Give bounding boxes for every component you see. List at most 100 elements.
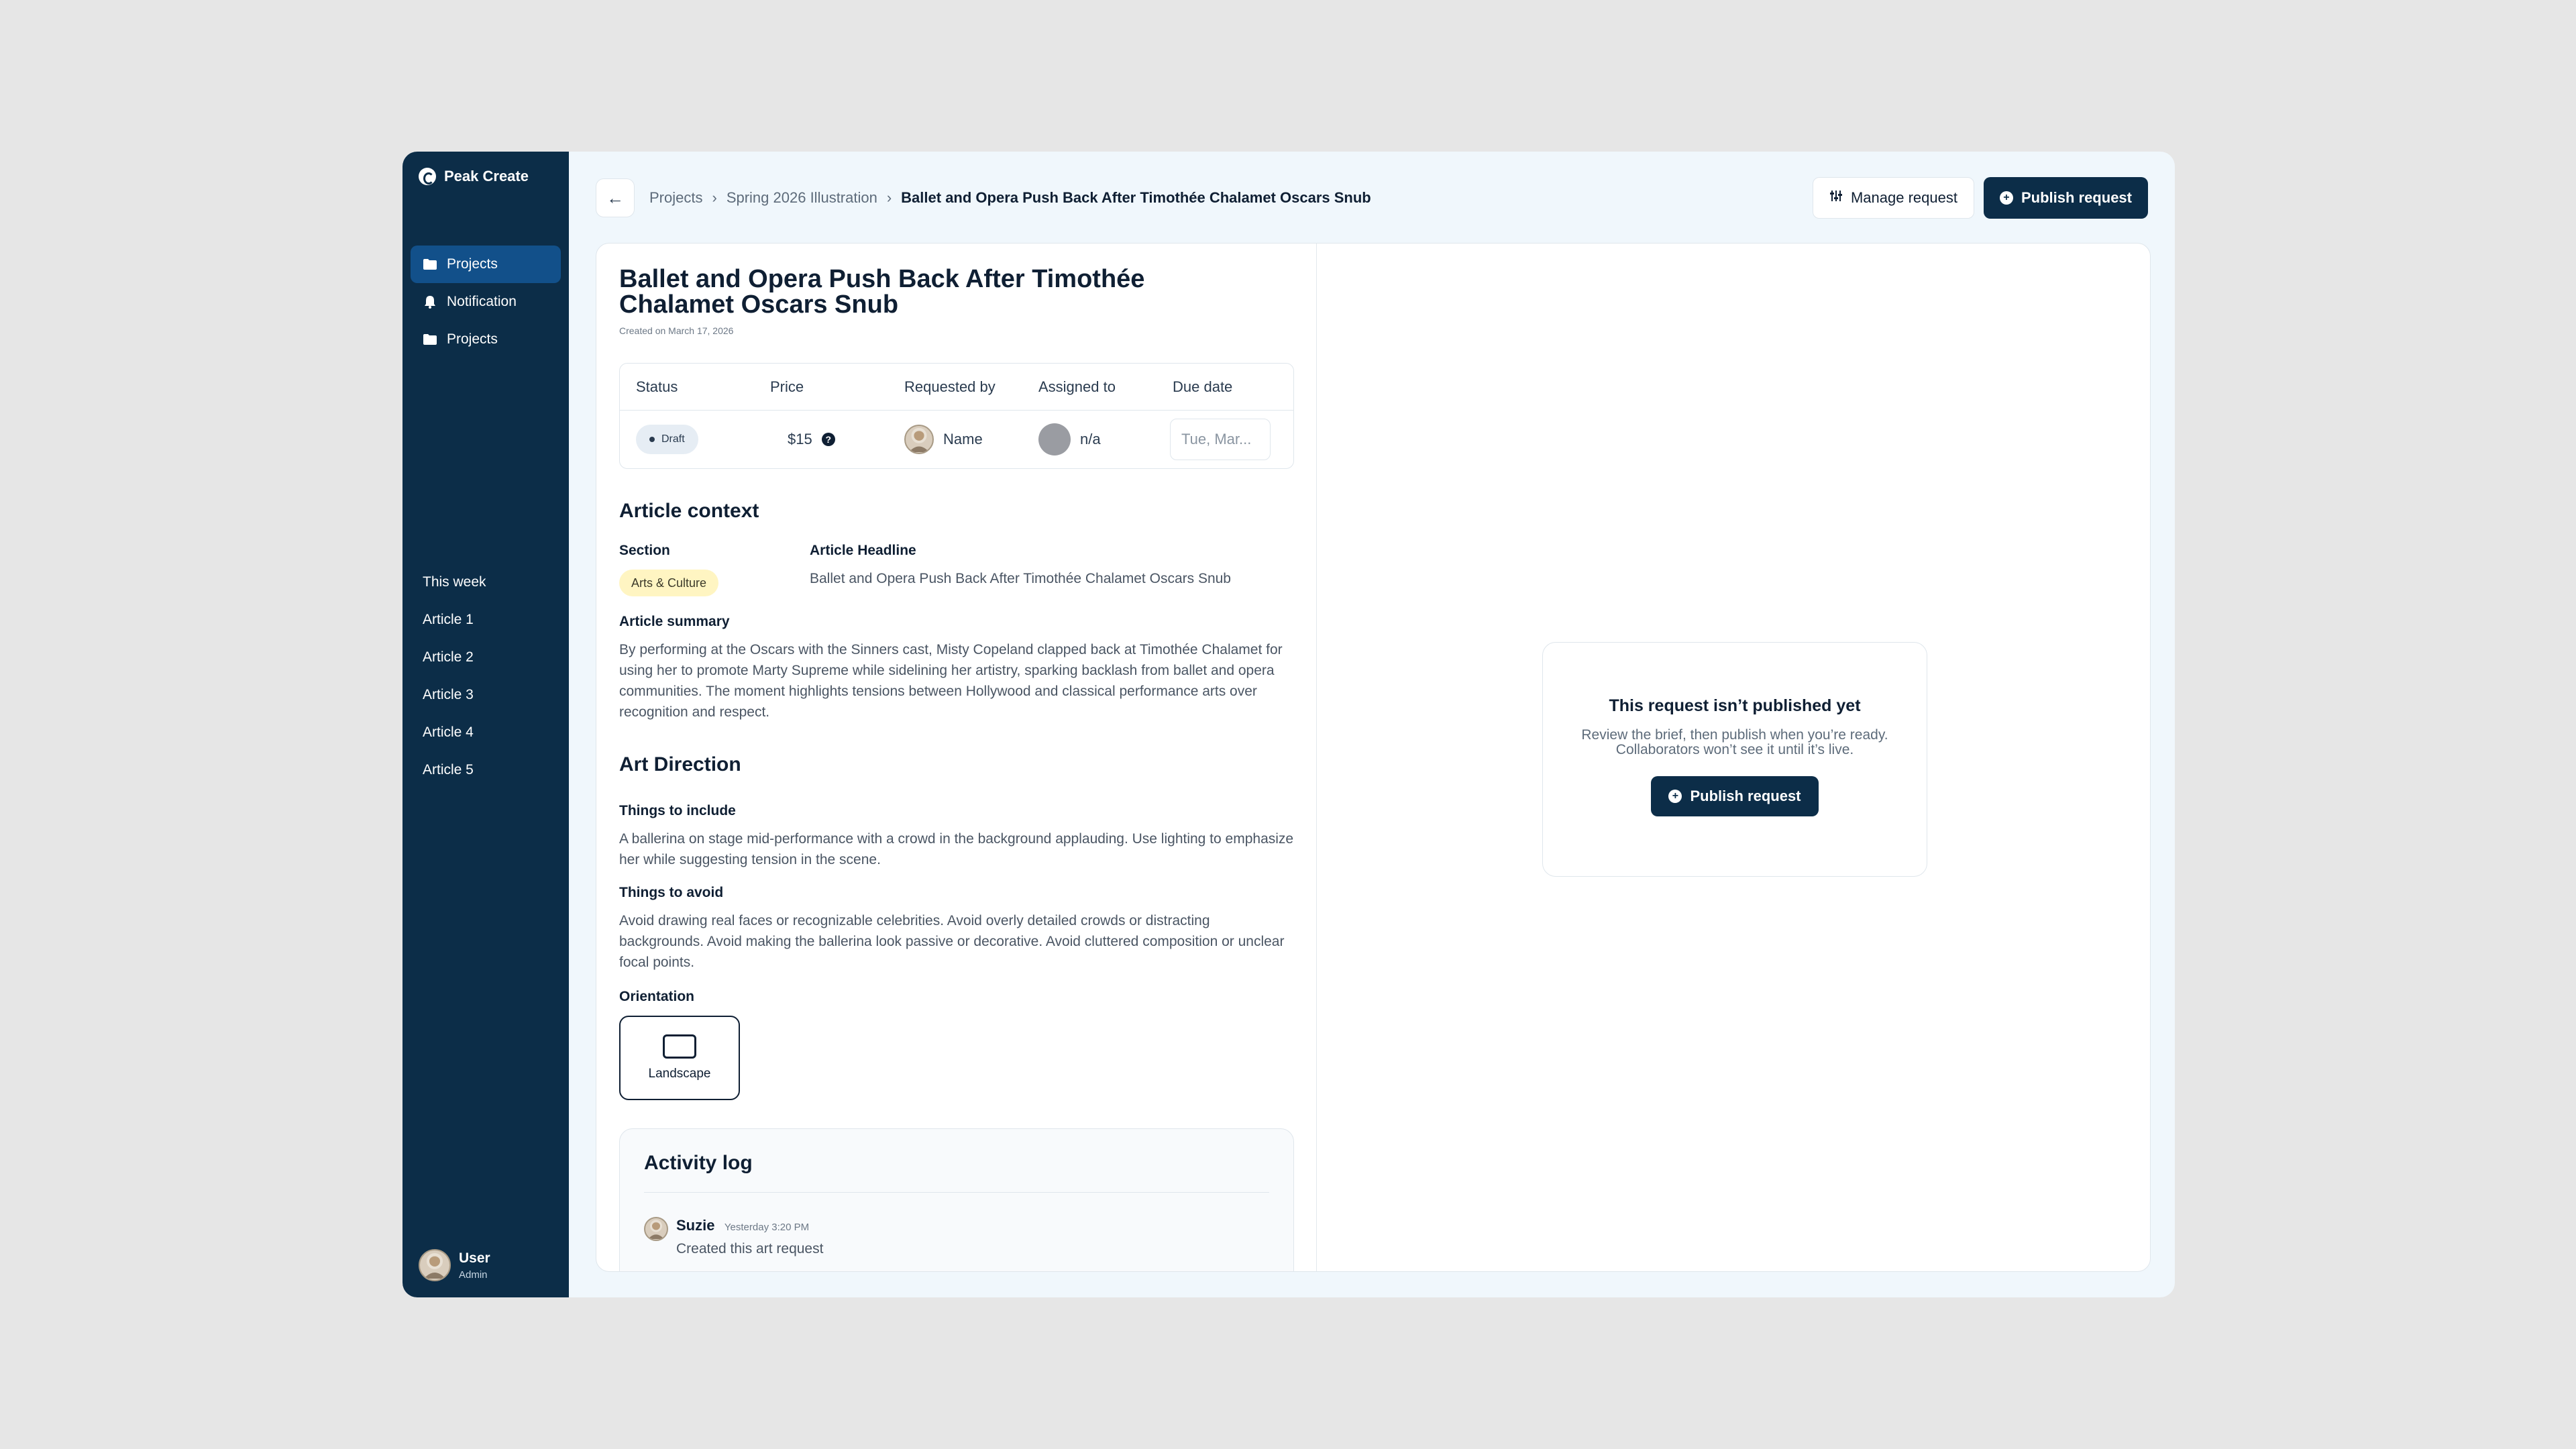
preview-pane: This request isn’t published yet Review … [1317,244,2150,1271]
avatar [644,1217,668,1241]
due-date-cell: Tue, Mar... [1157,419,1291,460]
status-cell: Draft [620,425,754,454]
header-status: Status [636,378,678,395]
header-assigned-to: Assigned to [1038,378,1116,395]
sidebar-item-projects[interactable]: Projects [411,246,561,283]
breadcrumb: Projects › Spring 2026 Illustration › Ba… [649,189,1371,207]
list-item: Suzie Yesterday 3:20 PM Created this art… [644,1217,1269,1257]
section-label: Section [619,543,670,558]
breadcrumb-spring-2026[interactable]: Spring 2026 Illustration [727,189,877,207]
request-details: Ballet and Opera Push Back After Timothé… [596,244,1317,1271]
avoid-label: Things to avoid [619,885,724,900]
price-value: $15 [788,431,812,447]
status-dot-icon [649,437,655,442]
sidebar-item-article-4[interactable]: Article 4 [423,714,486,751]
assigned-to-cell: n/a [1022,423,1157,455]
avatar [419,1249,451,1281]
top-actions: Manage request + Publish request [1812,177,2148,219]
due-date-input[interactable]: Tue, Mar... [1170,419,1271,460]
requester-name: Name [943,431,983,447]
sidebar-item-label: Projects [447,256,498,272]
user-name: User [459,1250,490,1266]
avatar [904,425,934,454]
brand-logo-icon [419,168,436,185]
headline-value: Ballet and Opera Push Back After Timothé… [810,571,1231,586]
art-direction-heading: Art Direction [619,753,741,775]
section-field: Section Arts & Culture [619,543,810,596]
orientation-label: Orientation [619,989,695,1004]
summary-label: Article summary [619,614,730,629]
activity-log-heading: Activity log [644,1152,1269,1193]
article-context: Section Arts & Culture Article Headline … [619,543,1293,596]
headline-field: Article Headline Ballet and Opera Push B… [810,543,1231,596]
header-price: Price [770,378,804,395]
manage-request-button[interactable]: Manage request [1812,177,1974,219]
landscape-icon [663,1034,696,1059]
assignee-name: n/a [1080,431,1101,447]
chevron-right-icon: › [712,189,717,206]
article-context-heading: Article context [619,500,759,522]
table-row: Draft $15 ? Name n/a Tue, Mar... [620,411,1293,468]
brand[interactable]: Peak Create [419,168,529,185]
sidebar-item-projects-2[interactable]: Projects [411,321,561,358]
plus-circle-icon: + [1999,191,2013,205]
sidebar-item-notification[interactable]: Notification [411,283,561,321]
sidebar: Peak Create Projects Notification Projec… [402,152,569,1297]
table-header-row: Status Price Requested by Assigned to Du… [620,364,1293,411]
plus-circle-icon: + [1668,790,1682,803]
help-icon[interactable]: ? [821,433,835,446]
created-date: Created on March 17, 2026 [619,325,734,336]
avoid-text: Avoid drawing real faces or recognizable… [619,913,1285,970]
sliders-icon [1829,189,1843,207]
header-requested-by: Requested by [904,378,996,395]
sidebar-item-article-5[interactable]: Article 5 [423,751,486,789]
requested-by-cell: Name [888,425,1022,454]
back-button[interactable]: ← [596,178,635,217]
article-list: This week Article 1 Article 2 Article 3 … [423,564,486,789]
unpublished-empty-state: This request isn’t published yet Review … [1542,642,1927,877]
empty-state-subtitle: Review the brief, then publish when you’… [1581,727,1888,757]
user-role: Admin [459,1269,488,1281]
request-meta-table: Status Price Requested by Assigned to Du… [619,363,1294,469]
empty-avatar [1038,423,1071,455]
chevron-right-icon: › [886,189,892,206]
log-time: Yesterday 3:20 PM [724,1222,810,1233]
log-text: Created this art request [676,1241,824,1256]
orientation-value: Landscape [648,1067,711,1081]
breadcrumb-current: Ballet and Opera Push Back After Timothé… [901,189,1371,206]
sidebar-item-article-3[interactable]: Article 3 [423,676,486,714]
empty-state-publish-button[interactable]: + Publish request [1651,776,1819,816]
main-content: ← Projects › Spring 2026 Illustration › … [569,152,2175,1297]
empty-state-title: This request isn’t published yet [1609,696,1861,715]
sidebar-nav: Projects Notification Projects [411,246,561,358]
price-cell: $15 ? [754,431,888,448]
arrow-left-icon: ← [606,187,624,208]
summary-text: By performing at the Oscars with the Sin… [619,642,1283,720]
publish-request-button[interactable]: + Publish request [1983,177,2148,219]
folder-icon [423,257,437,272]
empty-state-publish-label: Publish request [1690,788,1801,804]
sidebar-item-label: Notification [447,294,517,309]
folder-icon [423,332,437,347]
include-text: A ballerina on stage mid-performance wit… [619,831,1294,867]
publish-request-label: Publish request [2021,189,2132,206]
topbar: ← Projects › Spring 2026 Illustration › … [596,177,2148,219]
brand-name: Peak Create [444,168,529,184]
breadcrumb-projects[interactable]: Projects [649,189,702,207]
sidebar-item-label: Projects [447,331,498,347]
activity-log: Activity log Suzie Yesterday 3:20 PM Cre… [619,1128,1294,1271]
manage-request-label: Manage request [1850,189,1957,206]
status-badge: Draft [636,425,698,454]
sidebar-item-article-1[interactable]: Article 1 [423,601,486,639]
headline-label: Article Headline [810,543,916,558]
header-due-date: Due date [1173,378,1233,395]
sidebar-item-this-week[interactable]: This week [423,564,486,601]
orientation-landscape-option[interactable]: Landscape [619,1016,740,1100]
sidebar-item-article-2[interactable]: Article 2 [423,639,486,676]
app-window: Peak Create Projects Notification Projec… [402,152,2175,1297]
section-tag: Arts & Culture [619,570,719,596]
bell-icon [423,294,437,309]
log-author: Suzie [676,1217,715,1234]
status-badge-label: Draft [661,433,685,445]
user-profile[interactable]: User Admin [419,1249,490,1281]
